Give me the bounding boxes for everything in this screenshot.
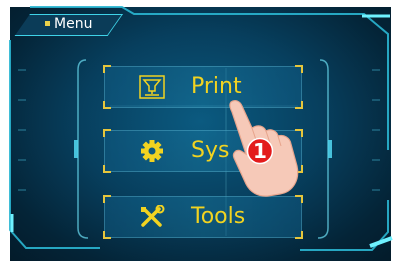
step-number: 1 [253,139,267,163]
device-screen-frame: Menu Print Sys Tools 1 [0,0,397,267]
pointing-hand-icon [229,100,299,197]
